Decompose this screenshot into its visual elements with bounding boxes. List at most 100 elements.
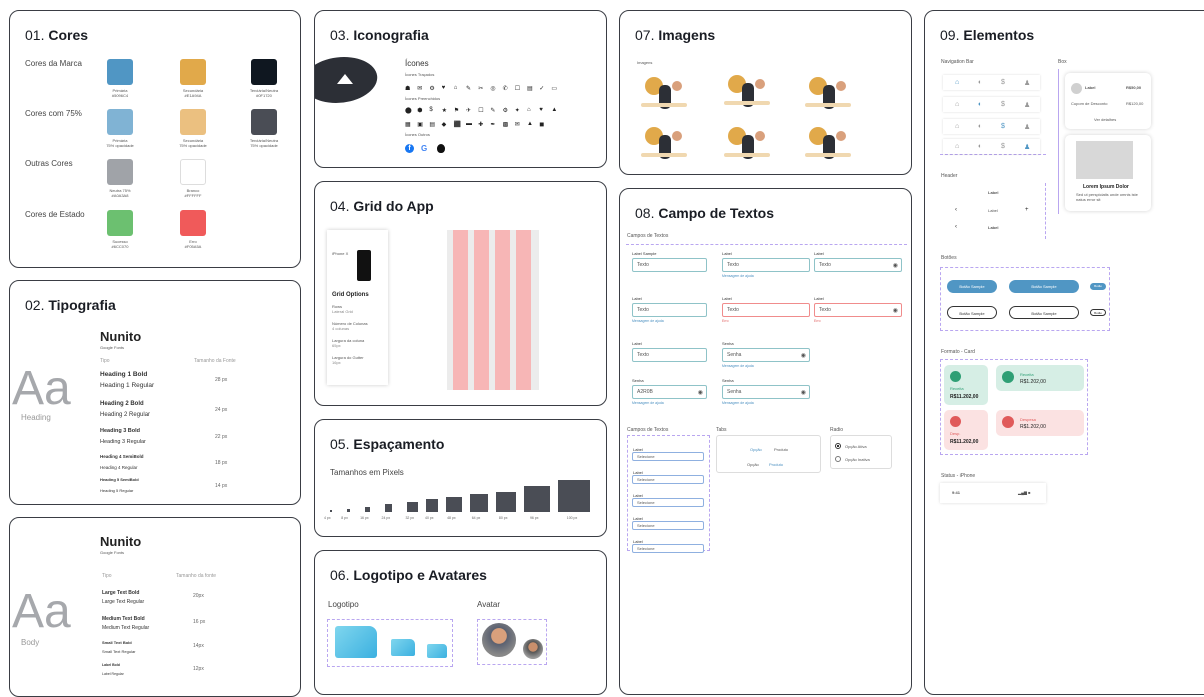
box-frame [1058,69,1059,214]
small-text-input-value: Selecione [637,546,655,551]
outline-button-small[interactable]: Botão [1090,309,1106,316]
box-price-2: R$120,00 [1126,101,1144,106]
radio-active[interactable] [835,443,841,449]
primary-button-2[interactable]: Botão Sample [1009,280,1079,293]
small-text-input[interactable]: Selecione [632,475,704,484]
primary-button-small[interactable]: Botão [1090,283,1106,290]
tabs-label: Tabs [716,427,727,433]
field-helper: Mensagem de ajuda [722,364,754,368]
eye-icon[interactable]: ◉ [698,389,703,396]
chevron-left-icon-2[interactable]: ‹ [955,224,957,230]
chart-icon[interactable]: ◐ [978,101,982,108]
header-row-1-label: Label [988,190,999,195]
small-text-input[interactable]: Selecione [632,498,704,507]
text-input[interactable]: Texto [722,258,810,272]
box-label: Box [1058,59,1067,65]
text-input[interactable]: A2R0B ◉ [632,385,707,399]
small-text-input[interactable]: Selecione [632,544,704,553]
tab-option[interactable]: Opção [750,447,762,453]
field-label: Label [632,341,642,346]
user-icon[interactable]: ♟ [1024,123,1030,131]
icon-glyph: ▦ [405,122,411,128]
small-text-input[interactable]: Selecione [632,521,704,530]
status-bar: 9:41 ▂▄▆ ■ [940,483,1046,503]
type-row-regular: Heading 3 Regular [100,439,146,445]
color-swatch-code: #A0A3A8 [111,193,129,198]
icon-glyph: ⚙ [429,86,435,92]
eye-icon[interactable]: ◉ [801,389,806,396]
user-icon[interactable]: ♟ [1024,101,1030,109]
card-expense-wide: Despesa R$1.202,00 [996,410,1084,436]
chart-icon[interactable]: ◐ [978,123,982,130]
primary-button-1[interactable]: Botão Sample [947,280,997,293]
eye-icon[interactable]: ◉ [893,307,898,314]
field-label: Senha [722,341,734,346]
box-lorem-card: Lorem Ipsum Dolor Sed ut perspiciatis un… [1065,135,1151,211]
outline-button-2[interactable]: Botão Sample [1009,306,1079,319]
dollar-icon[interactable]: $ [1001,101,1005,108]
text-input-value: Senha [727,352,742,358]
spacing-square [495,491,517,512]
body-row-size: 14px [193,643,204,649]
user-icon[interactable]: ♟ [1024,143,1030,151]
box-lorem-title: Lorem Ipsum Dolor [1083,184,1129,190]
tab-option-2[interactable]: Opção [747,462,759,468]
tab-product[interactable]: Produto [774,447,788,453]
box-link[interactable]: Ver detalhes [1094,117,1116,123]
color-swatch [180,159,206,185]
icons-lines-label: Ícones Traçados [405,72,435,77]
text-input[interactable]: Texto [632,258,707,272]
field-label: Senha [632,378,644,383]
spacing-card: 05. Espaçamento Tamanhos em Pixels 4 px 8… [314,419,607,537]
color-swatch-code: 75% opacidade [179,143,207,148]
body-sample-aa: Aa [12,585,71,638]
icon-glyph: ✂ [478,86,484,92]
field-label: Label Sample [632,251,657,256]
header-label: Header [941,173,958,179]
plus-icon[interactable]: + [1025,207,1029,213]
radio-frame: Opção Ativa Opção Inativa [830,435,892,469]
text-input[interactable]: Senha ◉ [722,385,810,399]
color-swatch-code: 75% opacidade [106,143,134,148]
text-input[interactable]: Texto [632,303,707,317]
text-input[interactable]: Texto ◉ [814,303,902,317]
type-row-size: 24 px [215,407,228,413]
outline-button-1[interactable]: Botão Sample [947,306,997,319]
dollar-icon[interactable]: $ [1001,79,1005,86]
type-row-size: 22 px [215,434,228,440]
icon-glyph: ⌂ [527,107,531,113]
chart-icon[interactable]: ◐ [978,143,982,150]
home-icon[interactable]: ⌂ [955,79,959,86]
icons-filled-label: Ícones Preenchidos [405,96,441,101]
eye-icon[interactable]: ◉ [801,352,806,359]
text-input[interactable]: Senha ◉ [722,348,810,362]
card-income-small: Receita R$11.202,00 [944,365,988,405]
home-icon[interactable]: ⌂ [955,123,959,130]
spacing-square [557,480,590,512]
text-input[interactable]: Texto [722,303,810,317]
icon-glyph: ✉ [417,86,423,92]
user-icon[interactable]: ♟ [1024,79,1030,87]
chevron-left-icon[interactable]: ‹ [955,207,957,213]
icon-glyph: ▲ [551,107,558,113]
home-icon[interactable]: ⌂ [955,143,959,150]
spacing-label: 96 px [529,516,539,520]
radio-inactive[interactable] [835,456,841,462]
body-sample-label: Body [21,638,40,647]
chart-icon[interactable]: ◐ [978,79,982,86]
dollar-icon[interactable]: $ [1001,143,1005,150]
tabs-frame: Opção Produto Opção Produto [716,435,821,473]
type-row-bold: Heading 3 Bold [100,428,141,434]
dollar-icon[interactable]: $ [1001,123,1005,130]
small-text-input[interactable]: Selecione [632,452,704,461]
color-swatch [107,159,133,185]
tab-product-2[interactable]: Produto [769,462,783,468]
type-row-regular: Heading 5 Regular [100,488,134,493]
home-icon[interactable]: ⌂ [955,101,959,108]
spacing-label: 64 px [471,516,481,520]
text-input[interactable]: Texto [632,348,707,362]
icons-card: 03. Iconografia Ícones Ícones Traçados Í… [314,10,607,168]
text-input[interactable]: Texto ◉ [814,258,902,272]
body-font-name: Nunito [100,534,142,549]
eye-icon[interactable]: ◉ [893,262,898,269]
